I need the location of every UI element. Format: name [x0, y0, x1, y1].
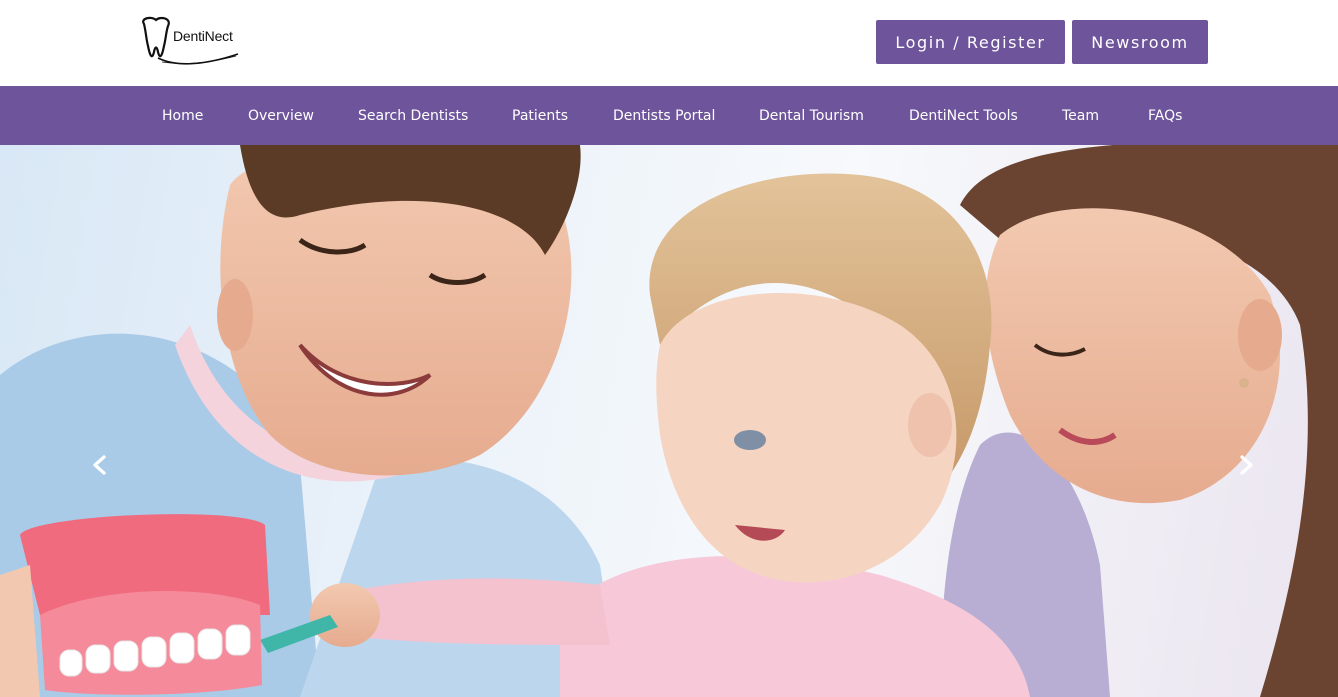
nav-item-team[interactable]: Team: [1062, 86, 1099, 145]
nav-item-dental-tourism[interactable]: Dental Tourism: [759, 86, 864, 145]
nav-item-dentists-portal[interactable]: Dentists Portal: [613, 86, 715, 145]
nav-item-search-dentists[interactable]: Search Dentists: [358, 86, 468, 145]
chevron-right-icon: [1240, 455, 1253, 475]
chevron-left-icon: [93, 455, 106, 475]
login-register-button[interactable]: Login / Register: [876, 20, 1065, 64]
nav-item-overview[interactable]: Overview: [248, 86, 314, 145]
logo-text: DentiNect: [173, 28, 233, 44]
nav-item-faqs[interactable]: FAQs: [1148, 86, 1182, 145]
hero-family-photo: [0, 145, 1338, 697]
nav-item-home[interactable]: Home: [162, 86, 203, 145]
dentinect-logo[interactable]: DentiNect: [138, 16, 242, 68]
newsroom-button[interactable]: Newsroom: [1072, 20, 1208, 64]
nav-item-dentinect-tools[interactable]: DentiNect Tools: [909, 86, 1018, 145]
carousel-prev-button[interactable]: [80, 445, 120, 485]
nav-item-patients[interactable]: Patients: [512, 86, 568, 145]
carousel-next-button[interactable]: [1226, 445, 1266, 485]
main-nav: Home Overview Search Dentists Patients D…: [0, 86, 1338, 145]
top-header: DentiNect Login / Register Newsroom: [0, 0, 1338, 86]
hero-carousel: [0, 145, 1338, 697]
